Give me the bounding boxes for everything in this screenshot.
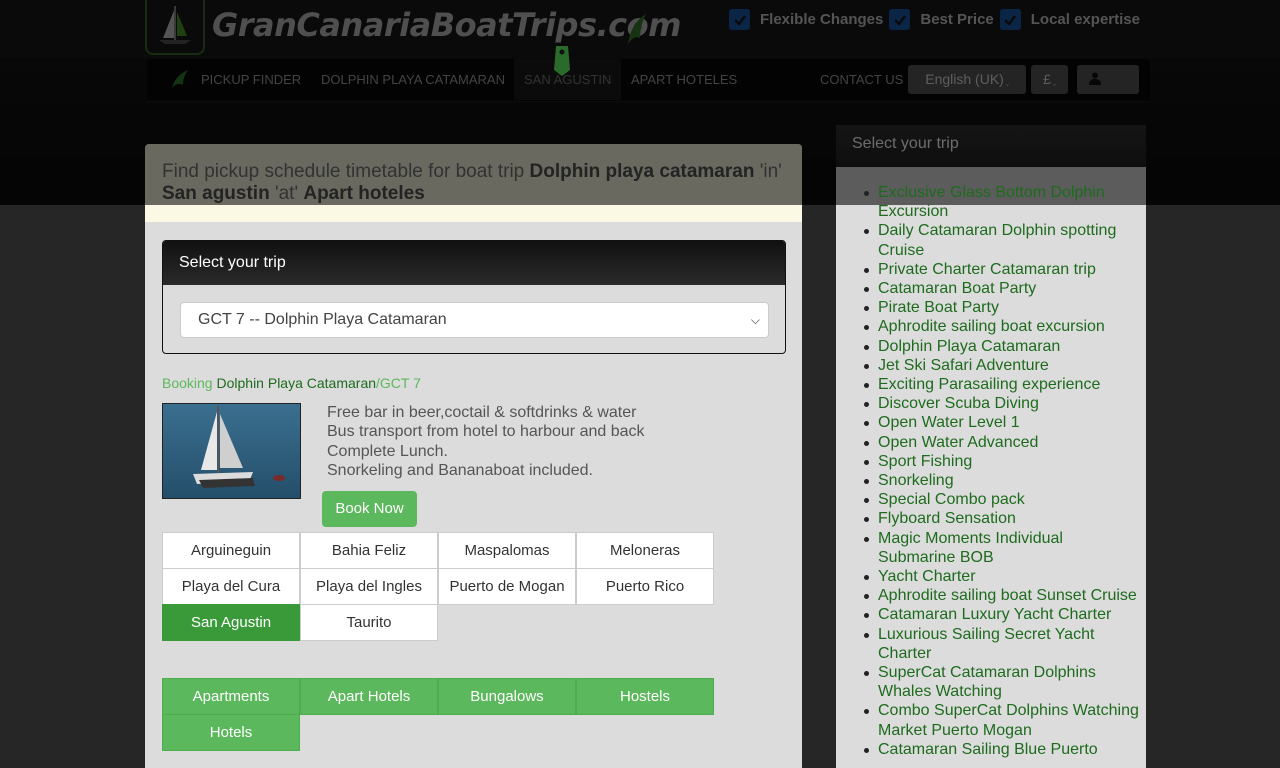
trip-select[interactable]: GCT 7 -- Dolphin Playa Catamaran ⌵ [180, 302, 769, 338]
sidebar-trip-link[interactable]: Combo SuperCat Dolphins Watching Market … [864, 701, 1140, 739]
location-arguineguin[interactable]: Arguineguin [162, 532, 300, 569]
title-trip: Dolphin playa catamaran [529, 161, 755, 182]
location-maspalomas[interactable]: Maspalomas [438, 532, 576, 569]
check-icon [889, 9, 911, 30]
sidebar-trip-link[interactable]: Discover Scuba Diving [864, 394, 1140, 413]
dolphin-icon[interactable] [169, 68, 191, 90]
currency-dropdown[interactable]: £ ˬ [1031, 65, 1068, 94]
language-label: English (UK) [925, 71, 1004, 87]
sidebar-trip-link[interactable]: Exclusive Glass Bottom Dolphin Excursion [864, 183, 1140, 221]
type-hostels[interactable]: Hostels [576, 678, 714, 715]
feature-badges: Flexible Changes Best Price Local expert… [729, 9, 1146, 30]
tag-icon [554, 46, 570, 76]
type-bungalows[interactable]: Bungalows [438, 678, 576, 715]
breadcrumb-label: Booking [162, 375, 213, 391]
sidebar-trip-link[interactable]: Aphrodite sailing boat Sunset Cruise [864, 586, 1140, 605]
sidebar-trip-link[interactable]: Aphrodite sailing boat excursion [864, 317, 1140, 336]
location-puerto-de-mogan[interactable]: Puerto de Mogan [438, 568, 576, 605]
main-navbar: PICKUP FINDER DOLPHIN PLAYA CATAMARAN SA… [147, 59, 1150, 102]
title-location: San agustin [162, 183, 270, 204]
title-at: 'at' [269, 183, 304, 204]
feature-label: Flexible Changes [760, 11, 884, 28]
title-prefix: Find pickup schedule timetable for boat … [162, 161, 530, 182]
feature-best-price: Best Price [889, 9, 994, 30]
location-san-agustin[interactable]: San Agustin [162, 604, 300, 641]
logo-icon[interactable] [145, 0, 205, 55]
trip-select-box: Select your trip GCT 7 -- Dolphin Playa … [162, 240, 786, 354]
feature-label: Best Price [920, 11, 994, 28]
location-playa-del-ingles[interactable]: Playa del Ingles [300, 568, 438, 605]
feature-label: Local expertise [1030, 11, 1140, 28]
sidebar-trip-link[interactable]: Open Water Advanced [864, 433, 1140, 452]
nav-contact-us[interactable]: CONTACT US [810, 59, 913, 100]
sidebar-trip-link[interactable]: Magic Moments Individual Submarine BOB [864, 529, 1140, 567]
currency-label: £ [1043, 71, 1051, 87]
title-in: 'in' [754, 161, 782, 182]
sidebar-trip-link[interactable]: Exciting Parasailing experience [864, 375, 1140, 394]
sidebar-trip-link[interactable]: Flyboard Sensation [864, 509, 1140, 528]
sidebar-trip-link[interactable]: Snorkeling [864, 471, 1140, 490]
trip-features: Free bar in beer,coctail & softdrinks & … [327, 403, 645, 480]
sidebar-trip-link[interactable]: Jet Ski Safari Adventure [864, 356, 1140, 375]
feature-flexible: Flexible Changes [729, 9, 883, 30]
location-puerto-rico[interactable]: Puerto Rico [576, 568, 714, 605]
nav-pickup-finder[interactable]: PICKUP FINDER [191, 59, 311, 100]
sidebar-trip-link[interactable]: Dolphin Playa Catamaran [864, 337, 1140, 356]
sidebar-trip-link[interactable]: Catamaran Sailing Blue Puerto [864, 740, 1140, 759]
chevron-down-icon: ⌵ [750, 313, 760, 327]
title-category: Apart hoteles [303, 183, 425, 204]
sidebar-trip-link[interactable]: Catamaran Luxury Yacht Charter [864, 605, 1140, 624]
sidebar-trip-link[interactable]: SuperCat Catamaran Dolphins Whales Watch… [864, 663, 1140, 701]
user-menu-button[interactable] [1077, 65, 1139, 94]
trip-thumbnail[interactable] [162, 403, 301, 499]
check-icon [999, 9, 1021, 30]
check-icon [729, 9, 750, 30]
breadcrumb: Booking Dolphin Playa Catamaran/GCT 7 [162, 375, 421, 391]
sidebar-trip-link[interactable]: Open Water Level 1 [864, 413, 1140, 432]
location-playa-del-cura[interactable]: Playa del Cura [162, 568, 300, 605]
location-bahia-feliz[interactable]: Bahia Feliz [300, 532, 438, 569]
sidebar-trip-link[interactable]: Yacht Charter [864, 567, 1140, 586]
sidebar-trip-link[interactable]: Catamaran Boat Party [864, 279, 1140, 298]
book-now-button[interactable]: Book Now [322, 491, 417, 527]
trip-select-value: GCT 7 -- Dolphin Playa Catamaran [198, 311, 447, 328]
trip-select-heading: Select your trip [163, 241, 785, 285]
breadcrumb-trip-link[interactable]: Dolphin Playa Catamaran [216, 375, 376, 391]
sidebar-trip-link[interactable]: Private Charter Catamaran trip [864, 260, 1140, 279]
sidebar-trip-link[interactable]: Special Combo pack [864, 490, 1140, 509]
sidebar-trip-link[interactable]: Daily Catamaran Dolphin spotting Cruise [864, 221, 1140, 259]
nav-apart-hoteles[interactable]: APART HOTELES [621, 59, 747, 100]
feature-line: Complete Lunch. [327, 442, 448, 460]
location-meloneras[interactable]: Meloneras [576, 532, 714, 569]
sidebar-trip-link[interactable]: Luxurious Sailing Secret Yacht Charter [864, 625, 1140, 663]
sidebar-trip-link[interactable]: Sport Fishing [864, 452, 1140, 471]
type-apartments[interactable]: Apartments [162, 678, 300, 715]
language-dropdown[interactable]: English (UK) ˬ [908, 65, 1026, 94]
type-apart-hotels[interactable]: Apart Hotels [300, 678, 438, 715]
logo-text[interactable]: GranCanariaBoatTrips.com [212, 6, 681, 44]
location-taurito[interactable]: Taurito [300, 604, 438, 641]
feature-line: Bus transport from hotel to harbour and … [327, 423, 645, 441]
feature-line: Snorkeling and Bananaboat included. [327, 461, 593, 479]
user-icon [1089, 72, 1101, 85]
dolphin-icon [628, 14, 646, 44]
feature-line: Free bar in beer,coctail & softdrinks & … [327, 404, 637, 421]
sidebar-trip-link[interactable]: Pirate Boat Party [864, 298, 1140, 317]
page-title: Find pickup schedule timetable for boat … [145, 144, 802, 222]
feature-local-expertise: Local expertise [999, 9, 1140, 30]
breadcrumb-code: /GCT 7 [376, 375, 421, 391]
sidebar-trip-list: Exclusive Glass Bottom Dolphin Excursion… [864, 183, 1140, 759]
type-hotels[interactable]: Hotels [162, 714, 300, 751]
sidebar-heading: Select your trip [836, 125, 1146, 167]
nav-dolphin-playa-catamaran[interactable]: DOLPHIN PLAYA CATAMARAN [311, 59, 515, 100]
